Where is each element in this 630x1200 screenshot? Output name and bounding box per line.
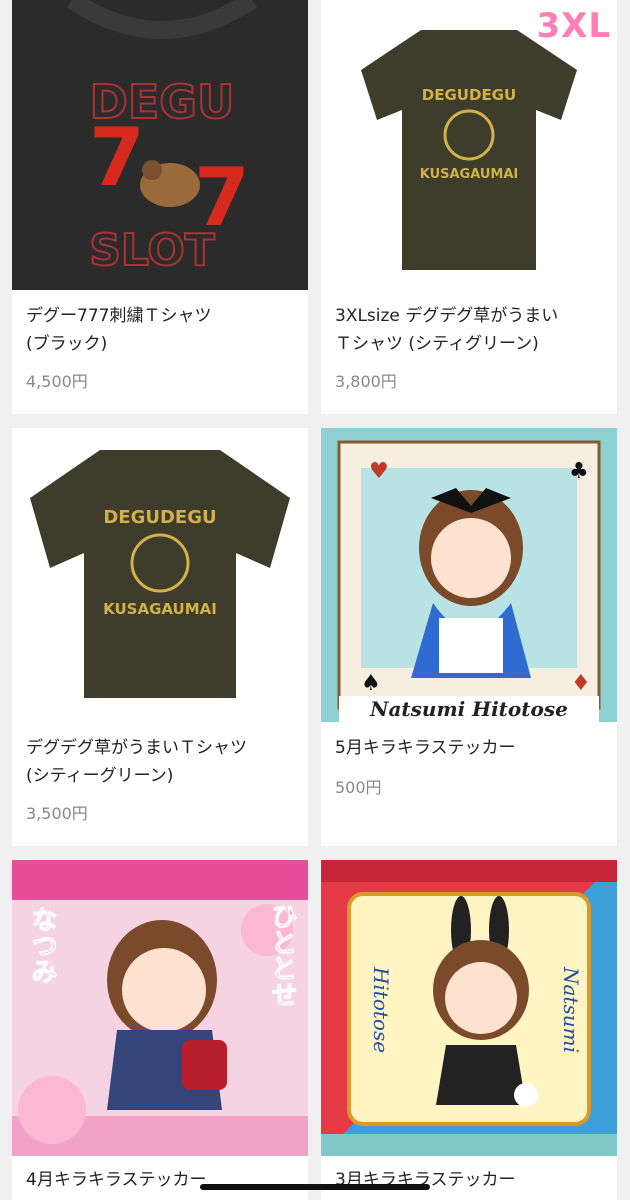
product-image[interactable]: DEGUDEGU KUSAGAUMAI: [12, 428, 308, 722]
product-title[interactable]: 5月キラキラステッカー: [335, 734, 607, 762]
product-card[interactable]: ♥ ♣ ♠ ♦ Natsumi Hitotose 5月キラキラステッカー 500…: [321, 428, 617, 846]
product-image[interactable]: DEGU 7 7 SLOT: [12, 0, 308, 290]
svg-text:♠: ♠: [361, 671, 381, 696]
home-indicator[interactable]: [200, 1184, 430, 1190]
product-image[interactable]: DEGUDEGU KUSAGAUMAI 3XL: [321, 0, 617, 290]
product-card[interactable]: DEGU 7 7 SLOT デグー777刺繍Ｔシャツ (ブラック) 4,500円: [12, 0, 308, 414]
product-grid: DEGU 7 7 SLOT デグー777刺繍Ｔシャツ (ブラック) 4,500円…: [0, 0, 630, 1200]
product-price: 4,500円: [26, 372, 88, 391]
art-bottom-text: SLOT: [89, 225, 215, 276]
product-card[interactable]: DEGUDEGU KUSAGAUMAI デグデグ草がうまいＴシャツ (シティーグ…: [12, 428, 308, 846]
product-card[interactable]: DEGUDEGU KUSAGAUMAI 3XL 3XLsize デグデグ草がうま…: [321, 0, 617, 414]
product-title[interactable]: デグデグ草がうまいＴシャツ (シティーグリーン): [26, 734, 298, 790]
svg-text:♦: ♦: [571, 671, 591, 696]
product-title[interactable]: デグー777刺繍Ｔシャツ (ブラック): [26, 302, 298, 358]
art-bottom-text: KUSAGAUMAI: [420, 167, 519, 182]
product-image[interactable]: ひととせ なつみ: [12, 860, 308, 1156]
art-side-text-a: Hitotose: [369, 966, 393, 1053]
product-image[interactable]: ♥ ♣ ♠ ♦ Natsumi Hitotose: [321, 428, 617, 722]
product-price: 3,500円: [26, 804, 88, 823]
svg-text:♥: ♥: [369, 459, 389, 484]
product-title-line[interactable]: デグデグ草がうまいＴシャツ: [26, 734, 298, 762]
art-side-text-a: ひととせ: [267, 903, 297, 1007]
art-top-text: DEGUDEGU: [103, 507, 216, 528]
product-title-line[interactable]: 3XLsize デグデグ草がうまい: [335, 302, 607, 330]
product-price: 3,800円: [335, 372, 397, 391]
art-bottom-text: Natsumi Hitotose: [369, 697, 568, 721]
svg-text:7: 7: [89, 111, 145, 204]
product-image[interactable]: Hitotose Natsumi: [321, 860, 617, 1156]
art-side-text-b: Natsumi: [559, 966, 583, 1053]
product-title-line[interactable]: (ブラック): [26, 330, 298, 358]
svg-text:♣: ♣: [569, 459, 589, 484]
art-top-text: DEGUDEGU: [422, 86, 516, 104]
art-bottom-text: KUSAGAUMAI: [103, 600, 217, 618]
product-title-line[interactable]: Ｔシャツ (シティグリーン): [335, 330, 607, 358]
product-price: 500円: [335, 778, 382, 797]
product-title-line[interactable]: (シティーグリーン): [26, 762, 298, 790]
product-title-line[interactable]: デグー777刺繍Ｔシャツ: [26, 302, 298, 330]
art-side-text-b: なつみ: [27, 906, 57, 984]
product-card[interactable]: Hitotose Natsumi 3月キラキラステッカー: [321, 860, 617, 1200]
product-title-line[interactable]: 5月キラキラステッカー: [335, 734, 607, 762]
product-title[interactable]: 3XLsize デグデグ草がうまい Ｔシャツ (シティグリーン): [335, 302, 607, 358]
product-card[interactable]: ひととせ なつみ 4月キラキラステッカー: [12, 860, 308, 1200]
size-badge: 3XL: [536, 6, 611, 46]
